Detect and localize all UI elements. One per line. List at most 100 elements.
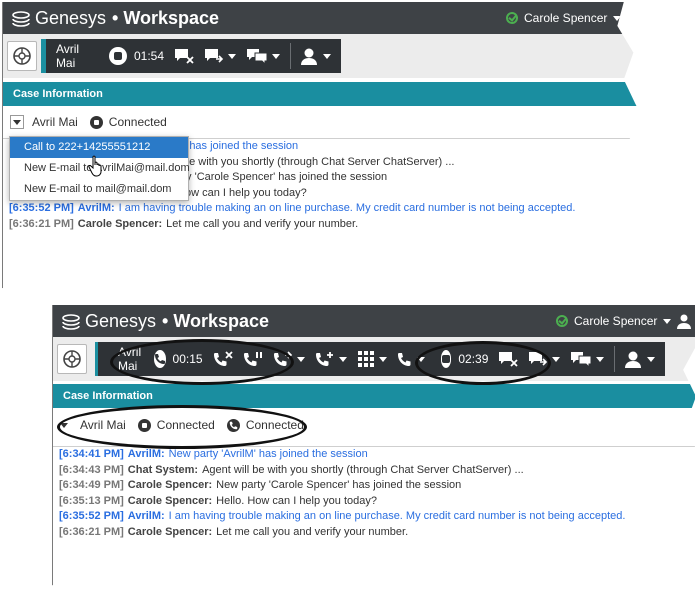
- genesys-logo: Genesys • Workspace: [11, 8, 219, 29]
- chevron-down-icon: [338, 356, 347, 362]
- app-header: Genesys • Workspace Carole Spencer: [53, 305, 695, 337]
- transcript-message: New party 'Carole Spencer' has joined th…: [216, 479, 462, 492]
- phone-status-icon: [226, 418, 240, 432]
- party-actions-button[interactable]: [623, 350, 655, 368]
- genesys-logo: Genesys • Workspace: [61, 311, 269, 332]
- transcript-message: New party 'AvrilM' has joined the sessio…: [168, 448, 368, 460]
- case-information-header[interactable]: Case Information: [53, 384, 695, 408]
- voice-timer: 00:15: [172, 352, 203, 366]
- party-name[interactable]: Avril Mai: [56, 42, 101, 70]
- conference-chat-icon: [247, 49, 268, 64]
- menu-item-email-mail[interactable]: New E-mail to mail@mail.dom: [10, 179, 188, 200]
- chevron-down-icon: [646, 356, 655, 362]
- transcript-line: [6:34:41 PM] AvrilM: New party 'AvrilM' ha…: [53, 447, 695, 463]
- chevron-down-icon: [272, 53, 280, 59]
- workspace-window-1: Genesys • Workspace Carole Spencer Avril…: [2, 2, 640, 295]
- transcript-timestamp: [6:34:43 PM]: [59, 463, 124, 476]
- transcript-message: Agent will be with you shortly (through …: [202, 463, 524, 476]
- hold-call-button[interactable]: [243, 351, 263, 367]
- toolbar-divider: [614, 346, 615, 372]
- transcript-timestamp: [6:36:21 PM]: [9, 217, 74, 230]
- user-menu[interactable]: Carole Spencer: [506, 11, 622, 25]
- chevron-down-icon: [613, 15, 622, 21]
- transfer-call-icon: [273, 351, 292, 366]
- person-icon: [624, 351, 641, 368]
- chat-bubble-icon: [440, 350, 452, 368]
- transcript-line: [6:35:52 PM] AvrilM: I am having trouble m…: [53, 509, 695, 525]
- transfer-call-button[interactable]: [273, 351, 305, 367]
- transcript-sender: Carole Spencer:: [77, 217, 163, 230]
- transfer-chat-button[interactable]: [528, 351, 561, 367]
- toolbar-divider: [290, 43, 291, 69]
- transcript-line: [6:35:13 PM] Carole Spencer: Hello. How ca…: [53, 494, 695, 510]
- conference-chat-button[interactable]: [246, 48, 280, 64]
- conference-call-icon: [315, 352, 333, 366]
- triangle-down-icon[interactable]: [60, 422, 68, 428]
- call-actions-button[interactable]: [397, 351, 425, 367]
- user-menu[interactable]: Carole Spencer: [556, 314, 672, 328]
- chat-transcript: [6:34:41 PM] AvrilM: New party 'AvrilM' ha…: [53, 446, 695, 541]
- globe-button[interactable]: [7, 41, 37, 71]
- chevron-down-icon: [416, 356, 425, 362]
- end-chat-icon: [175, 49, 194, 64]
- case-party-row: Avril Mai Connected: [3, 109, 640, 135]
- chat-status-icon: [89, 115, 103, 129]
- brand-name: Genesys: [85, 311, 157, 331]
- transcript-timestamp: [6:34:49 PM]: [59, 479, 124, 492]
- globe-icon: [63, 350, 81, 368]
- interaction-toolbar: Avril Mai 00:15 02:39: [53, 337, 695, 381]
- person-icon[interactable]: [676, 313, 692, 329]
- transcript-sender: Carole Spencer:: [127, 525, 213, 538]
- chevron-down-icon: [322, 53, 331, 59]
- case-information-header[interactable]: Case Information: [3, 82, 640, 106]
- transcript-timestamp: [6:35:13 PM]: [59, 494, 124, 507]
- genesys-stack-icon: [62, 313, 80, 330]
- end-chat-button[interactable]: [174, 48, 194, 64]
- conference-chat-button[interactable]: [570, 351, 605, 367]
- party-dropdown-toggle[interactable]: [10, 115, 24, 129]
- app-title: • Workspace: [162, 311, 270, 331]
- globe-button[interactable]: [57, 344, 87, 374]
- chat-status-text: Connected: [156, 418, 215, 432]
- voice-chat-interaction-bar: Avril Mai 00:15 02:39: [95, 342, 665, 376]
- brand-name: Genesys: [35, 8, 107, 28]
- transcript-line: [6:36:21 PM] Carole Spencer: Let me call y…: [53, 525, 695, 541]
- transcript-sender: Carole Spencer:: [127, 479, 213, 492]
- globe-icon: [13, 47, 31, 65]
- case-party-name[interactable]: Avril Mai: [80, 418, 126, 432]
- status-ready-icon: [506, 12, 518, 24]
- transcript-sender: Carole Spencer:: [127, 494, 213, 507]
- transcript-line: [6:35:52 PM] AvrilM: I am having trouble m…: [3, 201, 640, 217]
- triangle-down-icon: [13, 119, 21, 125]
- transfer-chat-button[interactable]: [204, 48, 236, 64]
- party-actions-button[interactable]: [299, 47, 331, 65]
- party-name[interactable]: Avril Mai: [118, 345, 146, 373]
- hold-call-icon: [243, 352, 262, 366]
- chat-status-text: Connected: [108, 115, 167, 129]
- transcript-message: Hello. How can I help you today?: [216, 494, 377, 507]
- transcript-message: Let me call you and verify your number.: [166, 217, 359, 230]
- app-title-text: Workspace: [173, 311, 270, 331]
- transcript-message: I am having trouble making an on line pu…: [118, 202, 576, 215]
- end-chat-icon: [499, 352, 519, 367]
- transcript-sender: AvrilM:: [127, 510, 165, 523]
- end-call-icon: [213, 351, 233, 366]
- user-name: Carole Spencer: [524, 11, 608, 25]
- end-chat-button[interactable]: [498, 351, 519, 367]
- transcript-message: I am having trouble making an on line pu…: [168, 510, 626, 523]
- hand-cursor-icon: [88, 155, 102, 177]
- chat-bubble-icon: [109, 47, 127, 65]
- case-party-name[interactable]: Avril Mai: [32, 115, 78, 129]
- transcript-sender: Chat System:: [127, 463, 199, 476]
- end-call-button[interactable]: [213, 351, 233, 367]
- app-header: Genesys • Workspace Carole Spencer: [3, 2, 640, 34]
- keypad-button[interactable]: [357, 350, 387, 368]
- transfer-chat-icon: [529, 352, 548, 366]
- conference-call-button[interactable]: [315, 351, 347, 367]
- transcript-message: M' has joined the session: [175, 140, 299, 152]
- workspace-window-2: Genesys • Workspace Carole Spencer Avril…: [52, 305, 695, 592]
- transcript-sender: AvrilM:: [77, 202, 115, 215]
- phone-icon: [397, 353, 411, 366]
- genesys-stack-icon: [12, 10, 30, 27]
- transcript-timestamp: [6:34:41 PM]: [59, 448, 124, 460]
